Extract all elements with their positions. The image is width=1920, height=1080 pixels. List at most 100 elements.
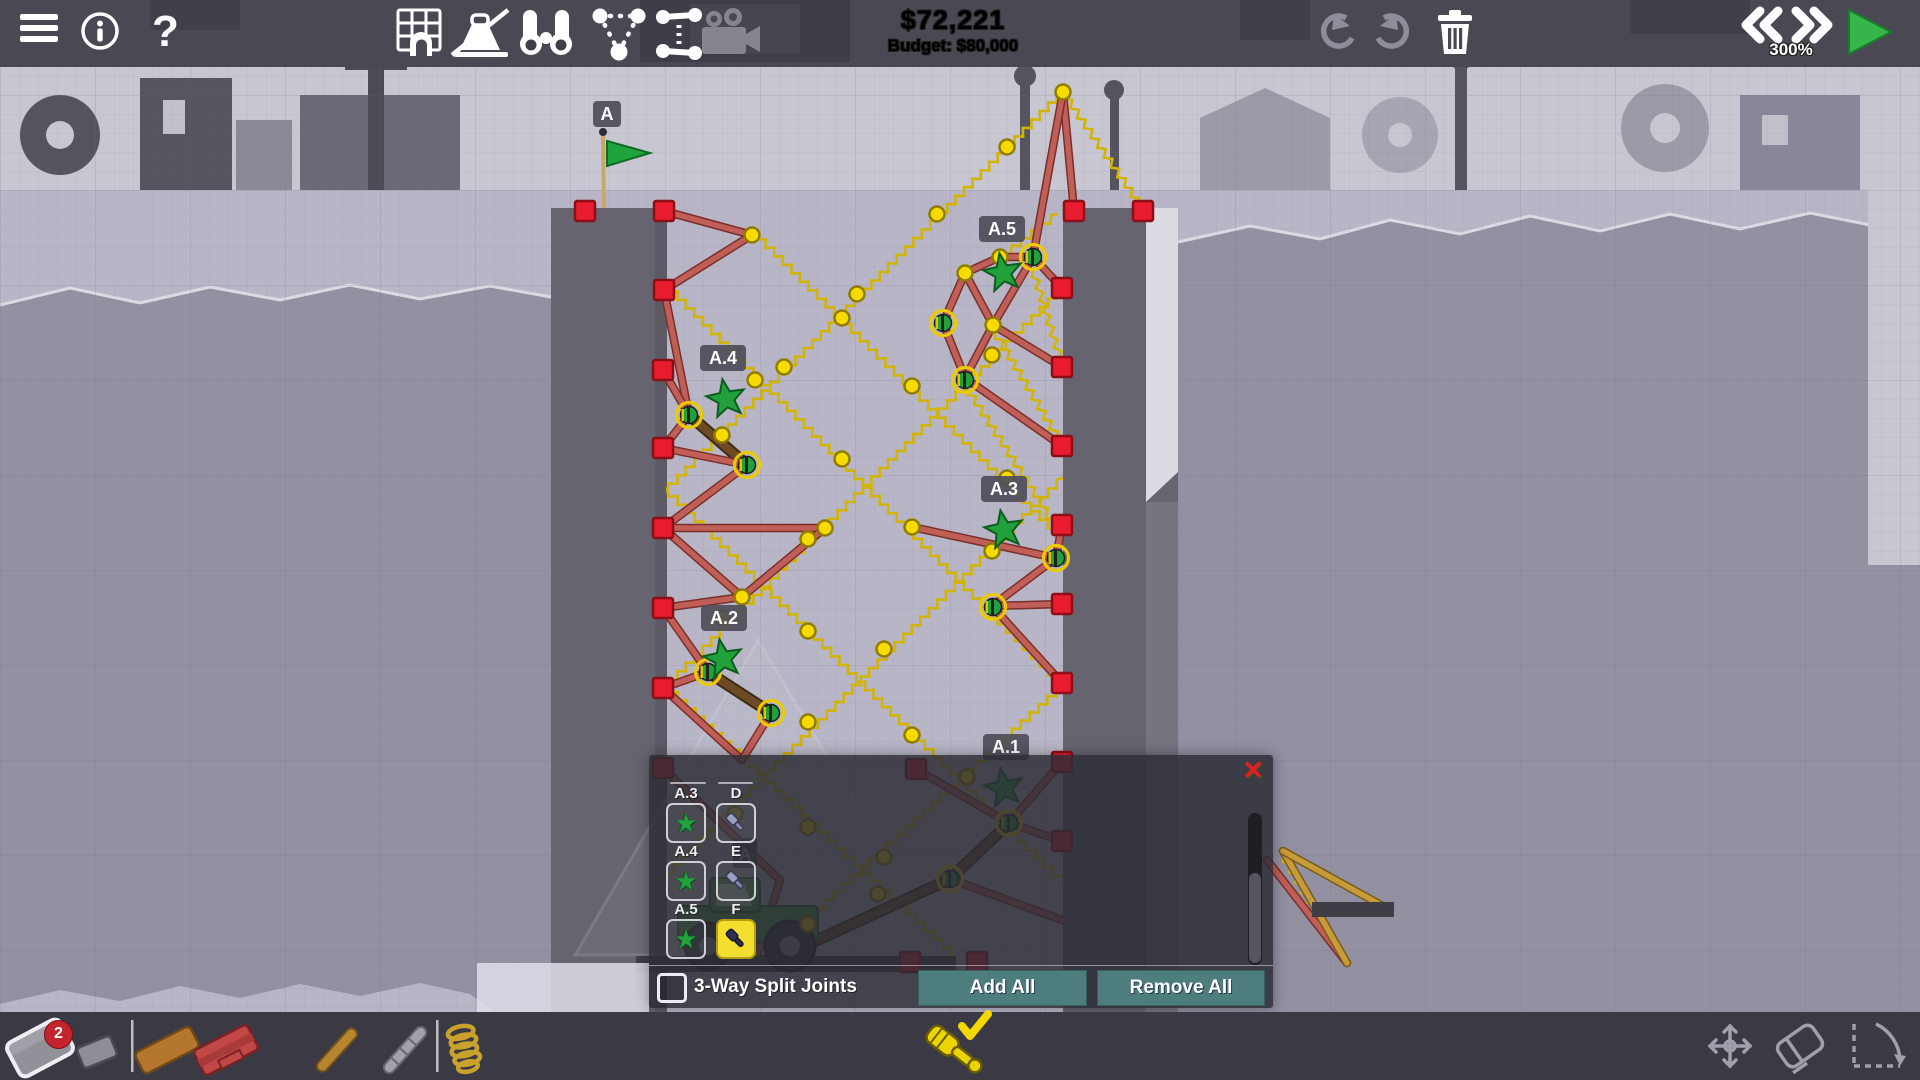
split-joint[interactable] [1021, 245, 1046, 270]
skip-back-button[interactable] [1746, 11, 1778, 39]
split-joints-dialog: ✕ A.3 ★ D A.4 ★ E A.5 ★ [649, 755, 1273, 1008]
bridge-joint[interactable] [715, 428, 730, 443]
split-joint[interactable] [1044, 546, 1069, 571]
anchor-joint[interactable] [1064, 201, 1084, 221]
bridge-joint[interactable] [850, 287, 865, 302]
svg-text:A.3: A.3 [990, 479, 1018, 499]
anchor-joint[interactable] [653, 518, 673, 538]
anchor-joint[interactable] [654, 280, 674, 300]
binoculars-icon[interactable] [520, 10, 572, 55]
bridge-joint[interactable] [801, 715, 816, 730]
anchor-joint[interactable] [654, 201, 674, 221]
bridge-joint[interactable] [1000, 140, 1015, 155]
phase-toggle[interactable] [716, 861, 756, 901]
anchor-joint[interactable] [1052, 278, 1072, 298]
phase-toggle[interactable] [716, 803, 756, 843]
redo-icon[interactable] [1378, 14, 1406, 46]
remove-all-button[interactable]: Remove All [1097, 970, 1265, 1006]
hydraulic-phase-icon [723, 810, 749, 836]
selected-tool-indicator [918, 1008, 1008, 1078]
bridge-joint[interactable] [905, 379, 920, 394]
anchor-joint[interactable] [1133, 201, 1153, 221]
checkpoint-label: A [593, 101, 621, 127]
bridge-joint[interactable] [905, 728, 920, 743]
svg-text:A: A [601, 104, 614, 124]
hydraulic-phases-icon[interactable] [656, 8, 702, 60]
menu-button[interactable] [20, 14, 58, 42]
prev-row-edge [718, 782, 753, 784]
road-deck[interactable] [1312, 902, 1394, 917]
play-button[interactable] [1849, 10, 1891, 54]
phase-id: E [716, 843, 756, 860]
split-joint-row: A.3 ★ D [649, 785, 769, 843]
split-joint[interactable] [931, 311, 956, 336]
checkpoint-label: A.5 [979, 216, 1025, 242]
anchor-joint[interactable] [1052, 515, 1072, 535]
checkpoint-id: A.5 [666, 901, 706, 918]
info-icon[interactable] [83, 14, 117, 48]
bridge-joint[interactable] [818, 521, 833, 536]
scrollbar-track[interactable] [1248, 813, 1262, 965]
anchor-joint[interactable] [653, 438, 673, 458]
bridge-joint[interactable] [745, 228, 760, 243]
anchor-joint[interactable] [1052, 594, 1072, 614]
game-screen: A A.5A.4A.3A.2A.1A ? [0, 0, 1920, 1080]
bridge-joint[interactable] [877, 642, 892, 657]
anchor-joint[interactable] [575, 201, 595, 221]
anchor-joint[interactable] [1052, 673, 1072, 693]
star-icon: ★ [674, 926, 697, 952]
bridge-joint[interactable] [985, 348, 1000, 363]
split-joint-row: A.5 ★ F [649, 901, 769, 959]
split-joint-rows: A.3 ★ D A.4 ★ E A.5 ★ F [649, 785, 769, 959]
help-icon[interactable]: ? [152, 7, 179, 56]
bridge-joint[interactable] [958, 266, 973, 281]
balance-amount: $72,221 [853, 5, 1053, 36]
checkpoint-label: A.3 [981, 476, 1027, 502]
phase-toggle[interactable] [716, 919, 756, 959]
bridge-joint[interactable] [905, 520, 920, 535]
anchor-joint[interactable] [1052, 436, 1072, 456]
scrollbar-thumb[interactable] [1249, 873, 1261, 963]
bridge-joint[interactable] [777, 360, 792, 375]
bridge-joint[interactable] [801, 624, 816, 639]
checkpoint-toggle[interactable]: ★ [666, 919, 706, 959]
split-joint[interactable] [953, 368, 978, 393]
anchor-joint[interactable] [653, 678, 673, 698]
split-joints-icon[interactable] [593, 9, 646, 61]
delete-icon[interactable] [1438, 10, 1472, 54]
split-joint[interactable] [735, 453, 760, 478]
bridge-joint[interactable] [1056, 85, 1071, 100]
bridge-joint[interactable] [835, 452, 850, 467]
bridge-joint[interactable] [748, 373, 763, 388]
anchor-joint[interactable] [1052, 357, 1072, 377]
svg-text:A.5: A.5 [988, 219, 1016, 239]
split-joint[interactable] [981, 595, 1006, 620]
anchor-joint[interactable] [653, 360, 673, 380]
split-joint[interactable] [759, 701, 784, 726]
bridge-joint[interactable] [801, 532, 816, 547]
svg-text:A.4: A.4 [709, 348, 737, 368]
skip-forward-button[interactable] [1796, 11, 1828, 39]
checkpoint-label: A.4 [700, 345, 746, 371]
bridge-joint[interactable] [986, 318, 1001, 333]
svg-text:A.2: A.2 [710, 608, 738, 628]
phase-id: D [716, 785, 756, 802]
check-icon [962, 1014, 988, 1036]
three-way-split-checkbox[interactable] [657, 973, 687, 1003]
bridge-joint[interactable] [735, 590, 750, 605]
add-all-button[interactable]: Add All [918, 970, 1087, 1006]
prev-row-edge [670, 782, 706, 784]
grid-toggle-icon[interactable] [398, 10, 440, 56]
bridge-joint[interactable] [835, 311, 850, 326]
budget-amount: $80,000 [957, 36, 1018, 55]
bridge-joint[interactable] [930, 207, 945, 222]
undo-icon[interactable] [1324, 14, 1352, 46]
close-icon[interactable]: ✕ [1239, 757, 1267, 785]
replay-camera-icon[interactable] [702, 8, 760, 54]
checkpoint-toggle[interactable]: ★ [666, 803, 706, 843]
split-joint[interactable] [677, 403, 702, 428]
anchor-joint[interactable] [653, 598, 673, 618]
slab-count-badge: 2 [44, 1020, 73, 1049]
weight-disable-icon[interactable] [452, 10, 508, 57]
checkpoint-toggle[interactable]: ★ [666, 861, 706, 901]
